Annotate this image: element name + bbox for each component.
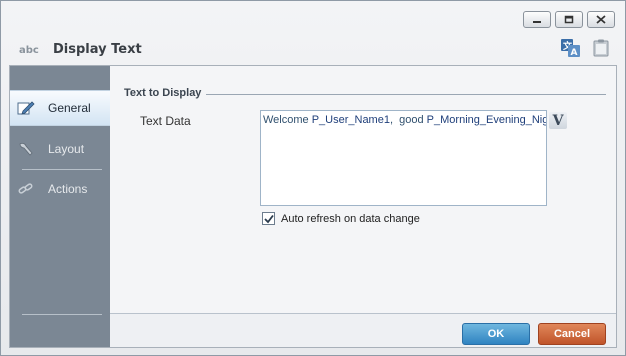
ok-button[interactable]: OK [462,323,530,345]
cancel-button[interactable]: Cancel [538,323,606,345]
dialog-body: General Layout Actions Text to Display T… [9,65,617,348]
abc-text-icon: abc [19,42,41,56]
restore-icon [564,15,574,24]
sidebar-bottom-divider [22,314,102,315]
dialog-footer: OK Cancel [110,313,616,347]
text-segment: Welcome [263,114,312,126]
dialog-title: Display Text [53,41,142,57]
sidebar: General Layout Actions [10,66,110,347]
auto-refresh-option[interactable]: Auto refresh on data change [262,212,420,225]
checkmark-icon [263,214,274,223]
sidebar-item-label: Layout [48,142,85,156]
text-data-input[interactable]: Welcome P_User_Name1, good P_Morning_Eve… [260,110,547,206]
dialog-header: abc Display Text 文 A [9,34,617,64]
sidebar-item-label: General [48,101,91,115]
minimize-icon [533,20,541,23]
auto-refresh-checkbox[interactable] [262,212,275,225]
sidebar-item-layout[interactable]: Layout [10,131,110,167]
section-title: Text to Display [124,87,202,99]
sidebar-divider [22,169,102,170]
header-tools: 文 A [561,39,609,60]
close-icon [596,15,606,24]
svg-text:abc: abc [19,45,39,55]
general-settings: Text to Display Text Data Welcome P_User… [110,66,616,313]
insert-variable-button[interactable]: V [549,112,567,129]
section-divider [206,94,606,95]
wrench-icon [16,140,36,158]
edit-pencil-icon [16,99,36,117]
parameter-token: P_User_Name1 [311,114,390,126]
link-chain-icon [16,180,36,198]
text-data-label: Text Data [140,114,191,128]
svg-text:A: A [571,48,578,57]
restore-button[interactable] [555,11,583,28]
window-controls [523,11,615,28]
clipboard-icon[interactable] [593,39,609,60]
sidebar-item-actions[interactable]: Actions [10,171,110,207]
minimize-button[interactable] [523,11,551,28]
sidebar-item-general[interactable]: General [10,90,110,126]
auto-refresh-label: Auto refresh on data change [281,212,420,225]
close-button[interactable] [587,11,615,28]
translate-icon[interactable]: 文 A [561,39,581,60]
text-segment: , good [389,114,427,126]
parameter-token: P_Morning_Evening_Night [426,114,547,126]
sidebar-item-label: Actions [48,182,88,196]
display-text-dialog: abc Display Text 文 A General Layout Acti… [0,0,626,356]
